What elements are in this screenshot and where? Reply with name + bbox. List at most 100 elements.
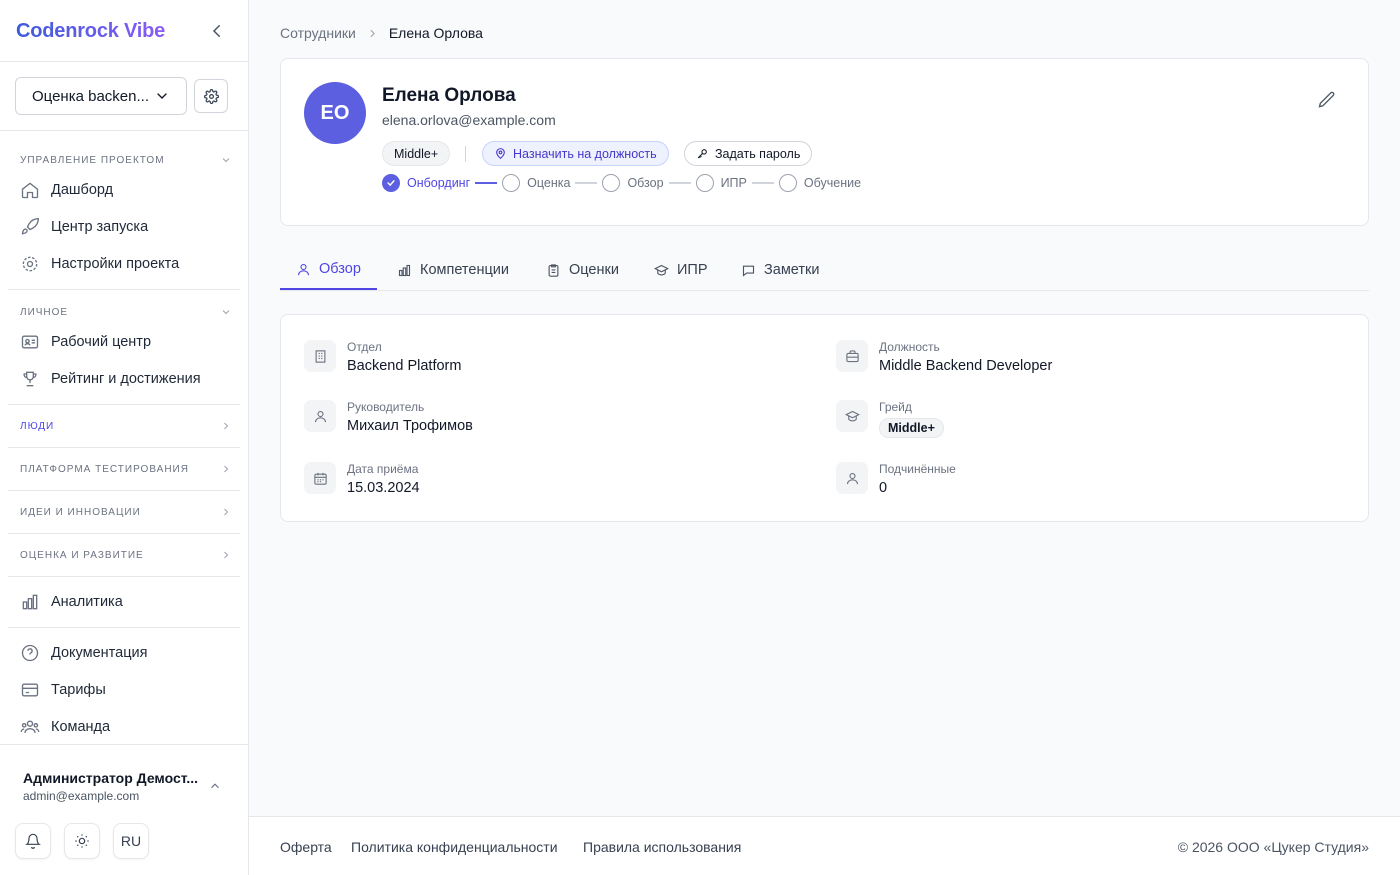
chevron-up-icon[interactable] (208, 779, 222, 793)
project-select-value: Оценка backen... (32, 87, 149, 105)
divider (8, 447, 240, 448)
section-people[interactable]: Люди (20, 420, 232, 432)
message-icon (742, 265, 755, 277)
sidebar-item-docs[interactable]: Документация (20, 643, 147, 663)
sidebar-item-dashboard[interactable]: Дашборд (20, 180, 113, 200)
section-personal[interactable]: Личное (20, 306, 232, 318)
language-button[interactable]: RU (113, 823, 149, 859)
key-icon (697, 149, 707, 159)
set-password-button[interactable]: Задать пароль (684, 141, 813, 166)
tab-notes[interactable]: Заметки (741, 250, 819, 290)
sidebar-item-work-center[interactable]: Рабочий центр (20, 332, 151, 352)
graduation-cap-icon (836, 400, 868, 432)
breadcrumb: Сотрудники Елена Орлова (280, 25, 483, 41)
footer-link-privacy[interactable]: Политика конфиденциальности (351, 839, 558, 855)
section-label: Личное (20, 306, 69, 318)
step-label[interactable]: ИПР (721, 176, 747, 190)
gear-icon (22, 256, 38, 272)
grade-badge: Middle+ (879, 418, 944, 438)
tab-competencies[interactable]: Компетенции (397, 250, 509, 290)
clipboard-icon (548, 263, 559, 277)
field-department: Отдел Backend Platform (304, 340, 461, 374)
building-icon (304, 340, 336, 372)
sidebar-item-analytics[interactable]: Аналитика (20, 592, 123, 612)
pencil-icon (1318, 91, 1335, 108)
assign-position-label: Назначить на должность (513, 146, 657, 161)
sidebar-item-team[interactable]: Команда (20, 717, 110, 737)
sidebar-item-label: Тарифы (51, 682, 106, 698)
tab-label: Обзор (319, 261, 361, 277)
user-icon (304, 400, 336, 432)
divider (8, 289, 240, 290)
user-email: admin@example.com (23, 789, 140, 803)
edit-profile-button[interactable] (1317, 90, 1337, 110)
employee-name: Елена Орлова (382, 85, 516, 106)
step-label[interactable]: Обучение (804, 176, 861, 190)
footer-link-offer[interactable]: Оферта (280, 839, 332, 855)
section-evaluation[interactable]: Оценка и развитие (20, 549, 232, 561)
chevron-right-icon (224, 508, 229, 516)
breadcrumb-parent[interactable]: Сотрудники (280, 25, 356, 41)
section-ideas[interactable]: Идеи и инновации (20, 506, 232, 518)
step-label[interactable]: Оценка (527, 176, 570, 190)
tab-overview[interactable]: Обзор (280, 250, 377, 290)
bar-chart-icon (22, 594, 38, 610)
field-subordinates: Подчинённые 0 (836, 462, 956, 496)
onboarding-stepper: Онбординг Оценка Обзор ИПР Обучение (382, 174, 861, 192)
field-label: Должность (879, 340, 940, 354)
step-label[interactable]: Онбординг (407, 176, 470, 190)
gear-icon (203, 88, 219, 104)
sidebar-item-launch-center[interactable]: Центр запуска (20, 217, 148, 237)
divider (8, 404, 240, 405)
theme-toggle-button[interactable] (64, 823, 100, 859)
field-label: Дата приёма (347, 462, 419, 476)
section-label: Идеи и инновации (20, 506, 141, 518)
step-connector (751, 182, 774, 184)
section-label: Платформа тестирования (20, 463, 189, 475)
field-label: Руководитель (347, 400, 425, 414)
tab-idp[interactable]: ИПР (654, 250, 708, 290)
briefcase-icon (836, 340, 868, 372)
field-value: 15.03.2024 (347, 480, 420, 496)
copyright: © 2026 ООО «Цукер Студия» (1177, 839, 1369, 855)
section-testing-platform[interactable]: Платформа тестирования (20, 463, 232, 475)
brand-logo[interactable]: Codenrock Vibe (16, 20, 165, 43)
footer-link-terms[interactable]: Правила использования (583, 839, 741, 855)
chevron-right-icon (366, 27, 379, 40)
divider (8, 533, 240, 534)
sidebar-item-label: Рабочий центр (51, 334, 152, 350)
sidebar-item-label: Центр запуска (51, 219, 149, 235)
sidebar-item-tariffs[interactable]: Тарифы (20, 680, 106, 700)
sidebar-item-project-settings[interactable]: Настройки проекта (20, 254, 179, 274)
graduation-cap-icon (654, 264, 669, 275)
overview-card: Отдел Backend Platform Должность Middle Ba… (280, 314, 1369, 522)
step-label[interactable]: Обзор (627, 176, 663, 190)
sidebar-item-label: Команда (51, 719, 111, 735)
collapse-sidebar-icon[interactable] (208, 22, 226, 40)
project-select[interactable]: Оценка backen... (15, 77, 187, 115)
step-dot (602, 174, 621, 192)
field-value: 0 (879, 480, 888, 496)
project-settings-button[interactable] (194, 79, 228, 113)
calendar-icon (304, 462, 336, 494)
main-content: Сотрудники Елена Орлова ЕО Елена Орлова … (249, 0, 1400, 875)
section-project-management[interactable]: Управление проектом (20, 154, 232, 166)
step-dot (695, 174, 714, 192)
breadcrumb-current: Елена Орлова (388, 25, 483, 41)
user-icon (836, 462, 868, 494)
chevron-right-icon (224, 465, 229, 473)
notifications-button[interactable] (15, 823, 51, 859)
tab-evaluations[interactable]: Оценки (546, 250, 619, 290)
sidebar-item-rating[interactable]: Рейтинг и достижения (20, 369, 201, 389)
chevron-down-icon (157, 93, 167, 99)
home-icon (21, 182, 39, 199)
profile-card: ЕО Елена Орлова elena.orlova@example.com… (280, 58, 1369, 226)
user-name[interactable]: Администратор Демост... (23, 770, 198, 786)
tab-label: Компетенции (420, 262, 509, 278)
step-connector (575, 182, 598, 184)
divider (465, 146, 466, 162)
field-hire-date: Дата приёма 15.03.2024 (304, 462, 420, 496)
sidebar-item-label: Рейтинг и достижения (51, 371, 201, 387)
sidebar-item-label: Документация (51, 645, 148, 661)
assign-position-button[interactable]: Назначить на должность (482, 141, 669, 166)
